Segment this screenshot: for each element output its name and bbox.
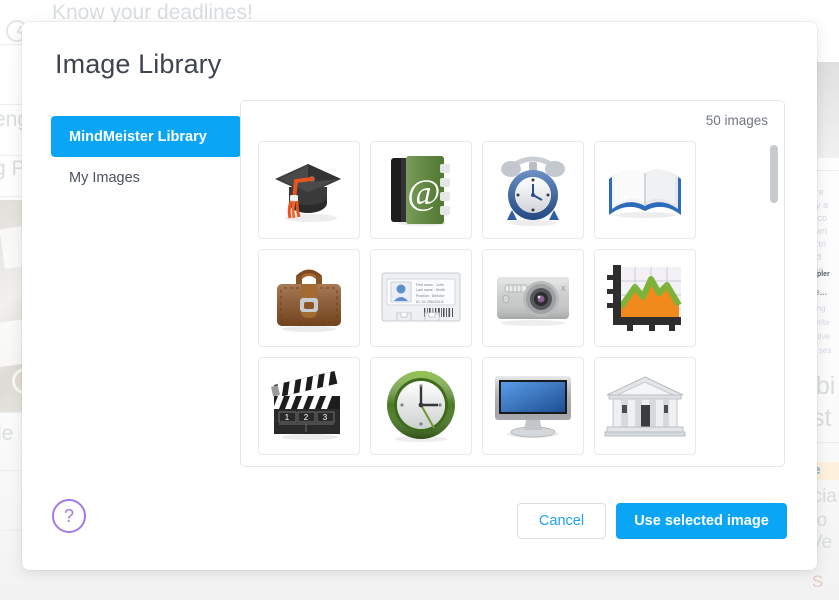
sidebar-item-mindmeister-library[interactable]: MindMeister Library [51,116,241,157]
clapper-number: 1 [285,413,290,422]
briefcase-icon [271,262,347,334]
use-selected-image-button[interactable]: Use selected image [616,503,787,539]
sidebar-item-label: My Images [69,169,140,186]
clapper-number: 3 [323,413,328,422]
svg-text:ID: 54 25624214i: ID: 54 25624214i [416,300,444,304]
image-thumb-graduation-cap[interactable] [258,141,360,239]
scrollbar-thumb[interactable] [770,145,778,203]
image-thumb-clapperboard[interactable]: 1 2 3 [258,357,360,455]
library-sidebar: MindMeister Library My Images [51,116,241,198]
image-thumb-camera[interactable]: X [482,249,584,347]
svg-text:@: @ [407,172,440,212]
image-library-dialog: Image Library MindMeister Library My Ima… [22,22,817,570]
image-thumb-briefcase[interactable] [258,249,360,347]
page-title: Image Library [55,49,222,79]
monitor-icon [491,372,575,440]
bank-building-icon [603,373,687,439]
image-count-label: 50 images [705,113,768,128]
open-book-icon [605,159,685,221]
sidebar-item-my-images[interactable]: My Images [51,157,241,198]
cancel-button[interactable]: Cancel [517,503,606,539]
image-thumb-chart[interactable] [594,249,696,347]
help-button[interactable]: ? [52,499,86,533]
clapperboard-icon: 1 2 3 [268,370,350,442]
svg-text:Position : Director: Position : Director [416,294,445,298]
alarm-clock-icon [496,152,570,228]
image-thumb-monitor[interactable] [482,357,584,455]
wall-clock-icon [383,368,459,444]
sidebar-item-label: MindMeister Library [69,128,207,145]
image-thumb-alarm-clock[interactable] [482,141,584,239]
id-card-icon: First name : John Last name : Smith Posi… [379,267,463,329]
question-mark-icon: ? [63,505,74,526]
address-book-icon: @ [386,152,456,228]
graduation-cap-icon [271,154,347,226]
image-thumb-id-card[interactable]: First name : John Last name : Smith Posi… [370,249,472,347]
camera-icon: X [491,267,575,329]
background-text-fragment: de [0,422,14,445]
image-grid: @ First name: John Last name: Smith Po… [244,141,784,455]
image-grid-scroll-area[interactable]: @ First name: John Last name: Smith Po… [241,141,784,466]
svg-text:X: X [561,286,566,293]
clapper-number: 2 [304,413,309,422]
background-text-fragment: S [812,572,824,591]
svg-text:Last name : Smith: Last name : Smith [416,288,445,292]
svg-text:First name : John: First name : John [416,283,444,287]
image-grid-scrollbar[interactable] [770,145,778,460]
image-grid-panel: 50 images @ First name: John Last name … [240,100,785,467]
image-thumb-bank-building[interactable] [594,357,696,455]
image-thumb-open-book[interactable] [594,141,696,239]
image-thumb-wall-clock[interactable] [370,357,472,455]
image-thumb-address-book[interactable]: @ [370,141,472,239]
chart-icon [605,261,685,335]
